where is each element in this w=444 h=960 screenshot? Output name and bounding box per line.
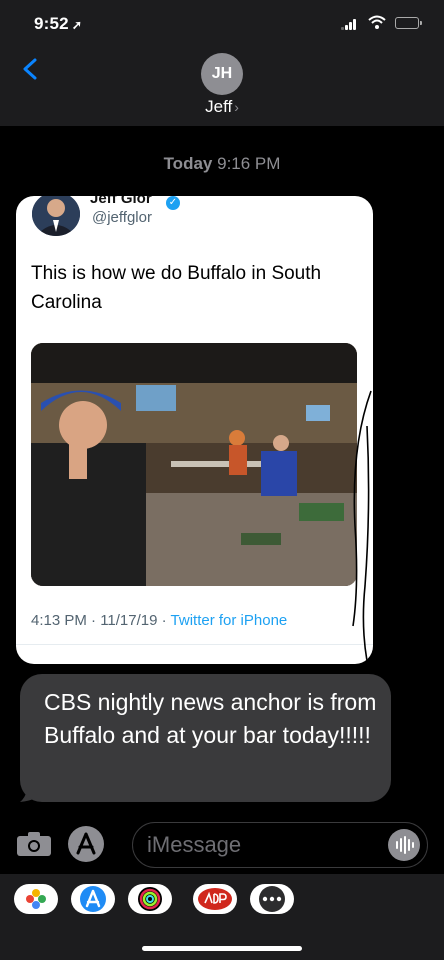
tweet-handle: @jeffglor <box>92 209 152 226</box>
thread-timestamp: Today 9:16 PM <box>163 154 281 173</box>
home-indicator[interactable] <box>142 946 302 951</box>
app-store-icon[interactable] <box>68 826 104 862</box>
message-text: CBS nightly news anchor is from Buffalo … <box>44 689 377 748</box>
verified-badge-icon: ✓ <box>166 196 180 210</box>
tweet-divider <box>16 644 373 645</box>
camera-icon[interactable] <box>16 831 52 857</box>
battery-icon <box>395 17 422 29</box>
app-store-app-icon[interactable] <box>71 884 115 914</box>
tweet-text: This is how we do Buffalo in South Carol… <box>31 263 322 313</box>
handwritten-mark <box>352 390 372 662</box>
activity-app-icon[interactable] <box>128 884 172 914</box>
location-arrow-icon: ➚ <box>71 18 83 32</box>
chevron-left-icon[interactable] <box>20 57 42 81</box>
tweet-meta: 4:13 PM · 11/17/19 · Twitter for iPhone <box>31 612 288 629</box>
contact-avatar[interactable]: JH <box>201 53 243 95</box>
tweet-screenshot-image[interactable]: Jeff Glor ✓ @jeffglor This is how we do … <box>16 196 373 664</box>
chevron-right-icon: › <box>234 99 239 115</box>
audio-record-icon[interactable] <box>388 829 420 861</box>
tweet-author-name: Jeff Glor <box>90 196 152 207</box>
more-apps-icon[interactable] <box>250 884 294 914</box>
adp-app-icon[interactable] <box>193 884 237 914</box>
tweet-photo <box>31 343 357 586</box>
photos-app-icon[interactable] <box>14 884 58 914</box>
status-time: 9:52 ➚ <box>34 14 83 33</box>
cellular-signal-icon <box>341 18 359 30</box>
wifi-icon <box>368 15 386 29</box>
tweet-author-avatar <box>32 196 80 236</box>
message-input-placeholder: iMessage <box>147 832 242 857</box>
contact-name[interactable]: Jeff › <box>0 97 444 117</box>
